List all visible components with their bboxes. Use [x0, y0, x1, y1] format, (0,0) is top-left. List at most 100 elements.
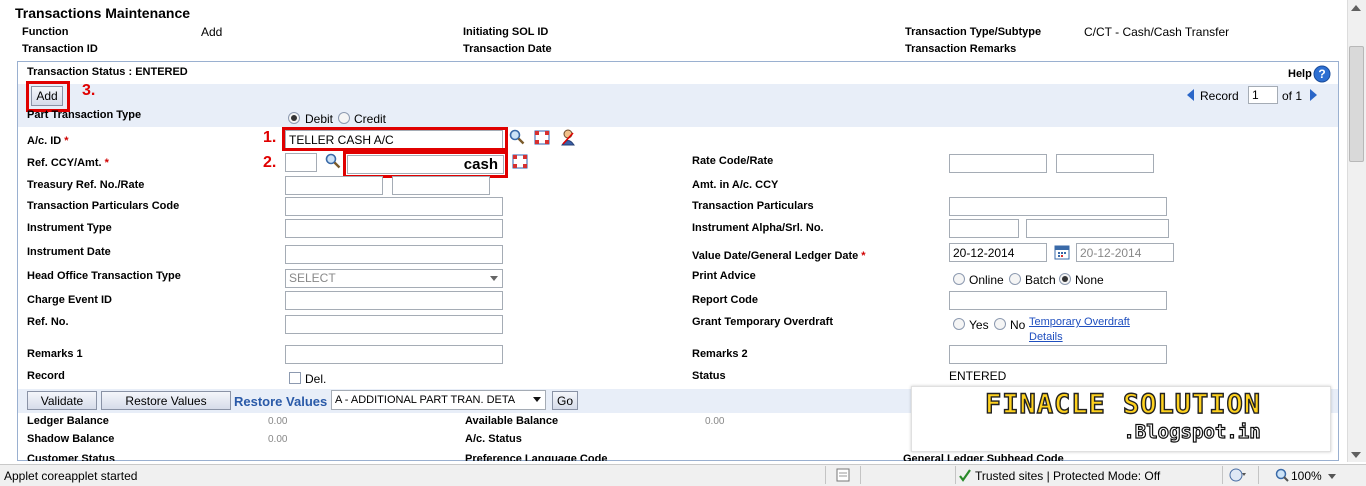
- rate-input[interactable]: [1056, 154, 1154, 173]
- chevron-left-icon[interactable]: [1186, 89, 1196, 101]
- account-details-icon[interactable]: [534, 130, 550, 145]
- transaction-status: Transaction Status : ENTERED: [27, 66, 188, 78]
- record-label: Record: [1200, 89, 1239, 103]
- available-balance-label: Available Balance: [465, 415, 559, 427]
- print-online-radio[interactable]: [953, 273, 965, 285]
- scrollbar-thumb[interactable]: [1349, 46, 1364, 162]
- tran-particulars-code-input[interactable]: [285, 197, 503, 216]
- debit-label: Debit: [305, 112, 334, 126]
- zoom-level[interactable]: 100%: [1291, 469, 1322, 483]
- ho-tran-type-label: Head Office Transaction Type: [27, 270, 181, 282]
- currency-search-icon[interactable]: [325, 153, 341, 169]
- credit-radio[interactable]: [338, 112, 350, 124]
- report-code-label: Report Code: [692, 294, 758, 306]
- amt-acy-label: Amt. in A/c. CCY: [692, 179, 779, 191]
- part-tran-type-label: Part Transaction Type: [27, 109, 142, 121]
- grant-od-label: Grant Temporary Overdraft: [692, 316, 834, 328]
- annotation-1: 1.: [263, 129, 277, 146]
- shadow-balance-label: Shadow Balance: [27, 433, 115, 445]
- tran-particulars-code-label: Transaction Particulars Code: [27, 200, 180, 212]
- ref-ccy-label: Ref. CCY/Amt. *: [27, 157, 109, 169]
- ledger-balance-value: 0.00: [268, 416, 288, 427]
- remarks1-label: Remarks 1: [27, 348, 83, 360]
- treasury-ref-label: Treasury Ref. No./Rate: [27, 179, 145, 191]
- panel-toolbar-band: [18, 84, 1338, 127]
- status-separator: [955, 466, 956, 484]
- status-label: Status: [692, 370, 726, 382]
- additional-details-value: A - ADDITIONAL PART TRAN. DETA: [335, 394, 516, 406]
- ref-ccy-input[interactable]: [285, 153, 317, 172]
- charge-event-label: Charge Event ID: [27, 294, 112, 306]
- additional-details-select[interactable]: A - ADDITIONAL PART TRAN. DETA: [331, 390, 546, 410]
- zoom-icon[interactable]: [1275, 468, 1289, 482]
- acid-label: A/c. ID *: [27, 135, 69, 147]
- value-date-input[interactable]: [949, 243, 1047, 262]
- record-number-input[interactable]: [1248, 86, 1278, 104]
- calendar-icon[interactable]: [1054, 244, 1070, 260]
- debit-radio[interactable]: [288, 112, 300, 124]
- available-balance-value: 0.00: [705, 416, 725, 427]
- go-button[interactable]: Go: [552, 391, 578, 410]
- grant-yes-label: Yes: [969, 318, 989, 332]
- instrument-type-input[interactable]: [285, 219, 503, 238]
- ho-tran-type-select[interactable]: SELECT: [285, 269, 503, 288]
- status-text: Applet coreapplet started: [4, 469, 138, 483]
- print-none-radio[interactable]: [1059, 273, 1071, 285]
- remarks2-label: Remarks 2: [692, 348, 748, 360]
- treasury-ref-input[interactable]: [285, 176, 383, 195]
- gl-date-input: [1076, 243, 1174, 262]
- protected-mode-icon[interactable]: [1229, 468, 1247, 482]
- status-value: ENTERED: [949, 369, 1007, 383]
- function-label: Function: [22, 26, 69, 38]
- validate-button[interactable]: Validate: [27, 391, 97, 410]
- instrument-alpha-input[interactable]: [949, 219, 1019, 238]
- restore-values-button[interactable]: Restore Values: [101, 391, 231, 410]
- print-online-label: Online: [969, 273, 1004, 287]
- restore-values-text: Restore Values: [234, 394, 328, 409]
- browser-status-bar: [0, 464, 1366, 486]
- trusted-zone-icon: [959, 469, 971, 482]
- record-field-label: Record: [27, 370, 65, 382]
- highlight-box-amount: [343, 151, 508, 178]
- customer-icon[interactable]: [560, 129, 576, 146]
- status-separator: [1258, 466, 1259, 484]
- report-code-input[interactable]: [949, 291, 1167, 310]
- chevron-down-icon: [533, 397, 541, 402]
- remarks2-input[interactable]: [949, 345, 1167, 364]
- temp-od-details-link[interactable]: Details: [1029, 331, 1063, 343]
- tran-particulars-input[interactable]: [949, 197, 1167, 216]
- print-advice-label: Print Advice: [692, 270, 756, 282]
- print-none-label: None: [1075, 273, 1104, 287]
- watermark-title: FINACLE SOLUTION: [984, 388, 1262, 420]
- grant-yes-radio[interactable]: [953, 318, 965, 330]
- treasury-rate-input[interactable]: [392, 176, 490, 195]
- scroll-up-arrow-icon[interactable]: [1351, 5, 1361, 11]
- print-batch-radio[interactable]: [1009, 273, 1021, 285]
- instrument-date-input[interactable]: [285, 245, 503, 264]
- shadow-balance-value: 0.00: [268, 434, 288, 445]
- ac-status-label: A/c. Status: [465, 433, 522, 445]
- chevron-right-icon[interactable]: [1308, 89, 1318, 101]
- function-value: Add: [201, 25, 223, 39]
- temp-od-link[interactable]: Temporary Overdraft: [1029, 316, 1130, 328]
- delete-checkbox[interactable]: [289, 372, 301, 384]
- help-icon[interactable]: ?: [1313, 65, 1331, 83]
- instrument-serial-input[interactable]: [1026, 219, 1169, 238]
- instrument-type-label: Instrument Type: [27, 222, 112, 234]
- rate-code-label: Rate Code/Rate: [692, 155, 774, 167]
- watermark-subtitle: .Blogspot.in: [1123, 420, 1261, 443]
- remarks1-input[interactable]: [285, 345, 503, 364]
- charge-event-input[interactable]: [285, 291, 503, 310]
- scroll-down-arrow-icon[interactable]: [1351, 452, 1361, 458]
- transaction-date-label: Transaction Date: [463, 43, 552, 55]
- zoom-dropdown-icon[interactable]: [1328, 474, 1336, 479]
- rate-code-input[interactable]: [949, 154, 1047, 173]
- tran-type-label: Transaction Type/Subtype: [905, 26, 1042, 38]
- ref-no-input[interactable]: [285, 315, 503, 334]
- chevron-down-icon: [490, 276, 498, 281]
- security-zone-text: Trusted sites | Protected Mode: Off: [975, 469, 1161, 483]
- amount-details-icon[interactable]: [512, 154, 528, 169]
- grant-no-radio[interactable]: [994, 318, 1006, 330]
- help-link[interactable]: Help: [1288, 68, 1312, 80]
- search-icon[interactable]: [509, 129, 525, 145]
